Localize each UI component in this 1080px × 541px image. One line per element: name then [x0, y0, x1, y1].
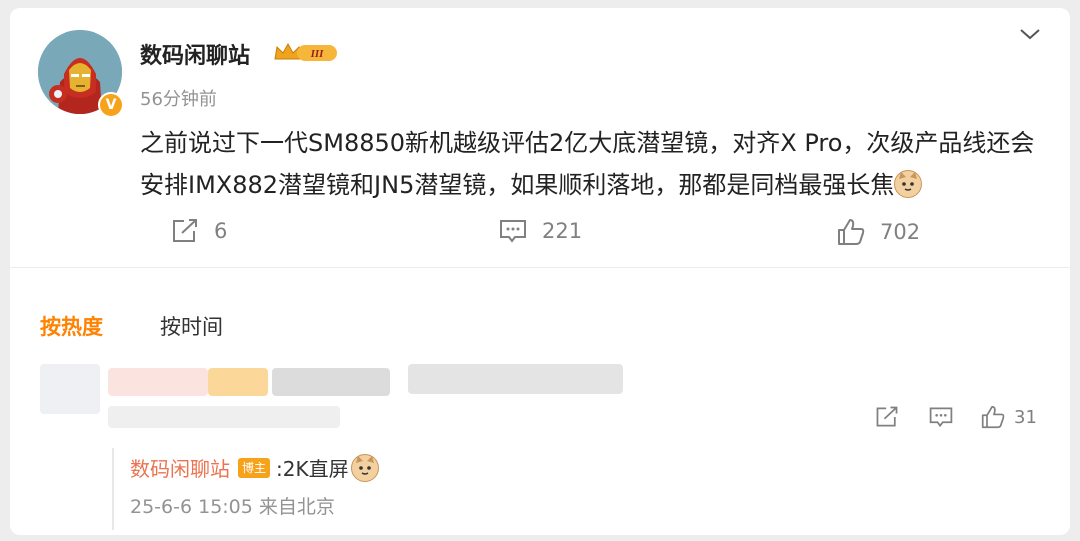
repost-icon [173, 219, 197, 242]
tab-sort-time[interactable]: 按时间 [160, 311, 223, 341]
blurred-badge [208, 368, 268, 396]
like-count: 702 [880, 220, 921, 244]
post-actions: 6 221 702 [10, 218, 1070, 254]
reply: 数码闲聊站 博主 :2K直屏 [130, 453, 379, 482]
comment-icon [929, 407, 953, 428]
weibo-post-card: V 数码闲聊站 III 56分钟前 之前说过下一代SM8850新机越级评估2亿大… [10, 8, 1070, 535]
post-content: 之前说过下一代SM8850新机越级评估2亿大底潜望镜，对齐X Pro，次级产品线… [140, 122, 1050, 206]
cat-emoji-icon [894, 170, 923, 198]
like-icon [981, 405, 1005, 429]
comment-button[interactable]: 221 [498, 218, 582, 244]
comment-repost-button[interactable] [874, 405, 900, 429]
comment-like-count: 31 [1014, 406, 1037, 428]
post-time[interactable]: 56分钟前 [140, 85, 217, 111]
level-badge-text: III [310, 48, 325, 60]
reply-indent-line [112, 448, 114, 530]
divider [10, 267, 1070, 268]
comment-icon [500, 220, 526, 243]
cat-emoji-icon [350, 453, 379, 482]
chevron-down-icon[interactable] [1018, 26, 1042, 46]
repost-button[interactable]: 6 [170, 218, 227, 244]
like-button[interactable]: 702 [836, 218, 920, 246]
blurred-text-2 [408, 364, 623, 394]
tab-sort-hot[interactable]: 按热度 [40, 311, 103, 341]
reply-meta: 25-6-6 15:05 来自北京 [130, 496, 335, 518]
username[interactable]: 数码闲聊站 [140, 38, 250, 70]
reply-text: :2K直屏 [276, 457, 349, 481]
reply-author[interactable]: 数码闲聊站 [130, 453, 230, 482]
comment-count: 221 [542, 219, 583, 243]
author-badge: 博主 [238, 457, 271, 478]
blurred-commenter-name [108, 368, 208, 396]
blurred-text-1 [272, 368, 390, 396]
crown-icon: III [273, 41, 341, 69]
repost-count: 6 [214, 219, 228, 243]
comment-like-button[interactable]: 31 [980, 405, 1037, 429]
like-icon [838, 219, 865, 245]
comment-actions: 31 [10, 405, 1070, 433]
comment-reply-button[interactable] [928, 405, 954, 429]
verified-badge: V [98, 92, 124, 118]
repost-icon [876, 406, 898, 427]
